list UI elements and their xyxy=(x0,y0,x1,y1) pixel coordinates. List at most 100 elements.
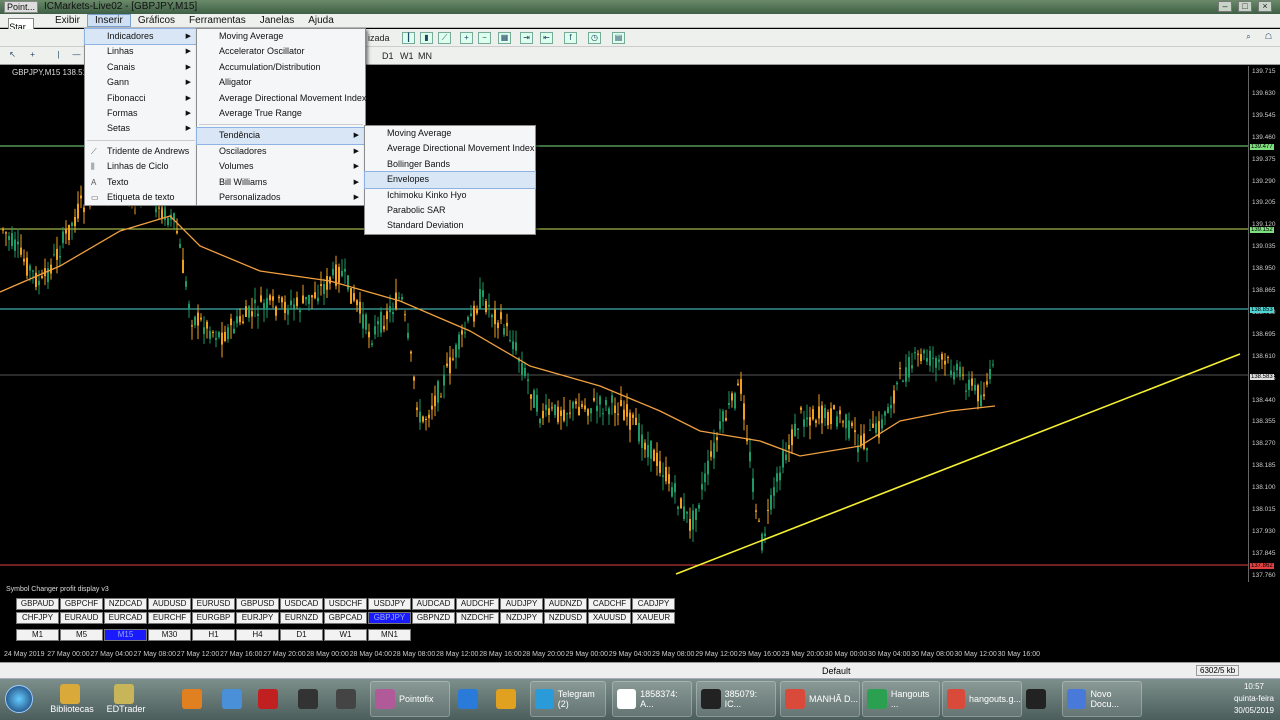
trend-item[interactable]: Standard Deviation xyxy=(365,218,535,233)
candle-chart-icon[interactable]: ▮ xyxy=(420,32,433,44)
symbol-button-m1[interactable]: M1 xyxy=(16,629,59,641)
periods-icon[interactable]: ◷ xyxy=(588,32,601,44)
symbol-button-audchf[interactable]: AUDCHF xyxy=(456,598,499,610)
indicator-item[interactable]: Average Directional Movement Index xyxy=(197,91,366,106)
symbol-button-xaueur[interactable]: XAUEUR xyxy=(632,612,675,624)
taskbar-item[interactable] xyxy=(458,681,482,717)
symbol-button-gbpjpy[interactable]: GBPJPY xyxy=(368,612,411,624)
autoscroll-icon[interactable]: ⇤ xyxy=(540,32,553,44)
symbol-button-gbpusd[interactable]: GBPUSD xyxy=(236,598,279,610)
taskbar-item[interactable]: Hangouts ... xyxy=(862,681,940,717)
menu-ajuda[interactable]: Ajuda xyxy=(301,14,341,27)
insert-menu-item[interactable]: Texto A xyxy=(85,175,197,190)
taskbar-item[interactable]: hangouts.g... xyxy=(942,681,1022,717)
symbol-button-eurjpy[interactable]: EURJPY xyxy=(236,612,279,624)
tf-w1[interactable]: W1 xyxy=(400,51,414,61)
indicator-item[interactable]: Accumulation/Distribution xyxy=(197,60,365,75)
search-icon[interactable]: ⌕ xyxy=(1242,32,1255,44)
zoom-out-icon[interactable]: − xyxy=(478,32,491,44)
symbol-button-m5[interactable]: M5 xyxy=(60,629,103,641)
taskbar-item[interactable]: EDTrader xyxy=(104,681,148,717)
taskbar-item[interactable]: 385079: IC... xyxy=(696,681,776,717)
insert-menu-item[interactable]: Setas ▶ xyxy=(85,121,197,136)
insert-menu-item[interactable]: Linhas de Ciclo ⫼ xyxy=(85,159,197,174)
taskbar-item[interactable] xyxy=(336,681,360,717)
symbol-button-usdcad[interactable]: USDCAD xyxy=(280,598,323,610)
symbol-button-d1[interactable]: D1 xyxy=(280,629,323,641)
symbol-button-usdchf[interactable]: USDCHF xyxy=(324,598,367,610)
insert-menu-item[interactable]: Gann ▶ xyxy=(85,75,197,90)
symbol-button-nzdchf[interactable]: NZDCHF xyxy=(456,612,499,624)
taskbar-item[interactable] xyxy=(298,681,322,717)
indicator-group-item[interactable]: Personalizados ▶ xyxy=(197,190,365,205)
trend-item[interactable]: Moving Average xyxy=(365,126,535,141)
taskbar-item[interactable] xyxy=(258,681,282,717)
menu-inserir[interactable]: Inserir xyxy=(87,14,131,27)
price-axis[interactable]: 139.715 139.630 139.545 139.460 139.375 139.2… xyxy=(1248,66,1280,582)
taskbar-item[interactable]: MANHÃ D... xyxy=(780,681,860,717)
symbol-button-audusd[interactable]: AUDUSD xyxy=(148,598,191,610)
indicator-group-item[interactable]: Tendência ▶ xyxy=(196,127,366,145)
windows-start-button[interactable] xyxy=(4,681,34,717)
symbol-button-h1[interactable]: H1 xyxy=(192,629,235,641)
trend-item[interactable]: Bollinger Bands xyxy=(365,157,535,172)
taskbar-item[interactable] xyxy=(1026,681,1050,717)
trend-item[interactable]: Envelopes xyxy=(364,171,536,189)
symbol-button-nzdcad[interactable]: NZDCAD xyxy=(104,598,147,610)
insert-menu-item[interactable]: Tridente de Andrews ⟋ xyxy=(85,144,197,159)
minimize-icon[interactable]: – xyxy=(1218,1,1232,12)
symbol-button-nzdusd[interactable]: NZDUSD xyxy=(544,612,587,624)
zoom-in-icon[interactable]: + xyxy=(460,32,473,44)
tf-mn[interactable]: MN xyxy=(418,51,432,61)
symbol-button-eurcad[interactable]: EURCAD xyxy=(104,612,147,624)
menu-exibir[interactable]: Exibir xyxy=(48,14,87,27)
insert-menu-item[interactable]: Etiqueta de texto ▭ xyxy=(85,190,197,205)
trend-item[interactable]: Average Directional Movement Index xyxy=(365,141,535,156)
system-clock[interactable]: 10:57 quinta-feira 30/05/2019 xyxy=(1234,681,1274,717)
cursor-icon[interactable]: ↖ xyxy=(6,50,19,62)
taskbar-item[interactable] xyxy=(496,681,520,717)
symbol-button-eurchf[interactable]: EURCHF xyxy=(148,612,191,624)
taskbar-item[interactable]: Novo Docu... xyxy=(1062,681,1142,717)
indicator-group-item[interactable]: Bill Williams ▶ xyxy=(197,175,365,190)
symbol-button-audnzd[interactable]: AUDNZD xyxy=(544,598,587,610)
taskbar-item[interactable]: Telegram (2) xyxy=(530,681,606,717)
symbol-button-xauusd[interactable]: XAUUSD xyxy=(588,612,631,624)
autotrade-label[interactable]: izada xyxy=(368,33,390,43)
menu-ferramentas[interactable]: Ferramentas xyxy=(182,14,253,27)
indicator-item[interactable]: Accelerator Oscillator xyxy=(197,44,365,59)
symbol-button-h4[interactable]: H4 xyxy=(236,629,279,641)
indicator-item[interactable]: Average True Range xyxy=(197,106,365,121)
insert-menu-item[interactable]: Fibonacci ▶ xyxy=(85,91,197,106)
symbol-button-eurusd[interactable]: EURUSD xyxy=(192,598,235,610)
insert-menu-item[interactable]: Canais ▶ xyxy=(85,60,197,75)
trend-item[interactable]: Parabolic SAR xyxy=(365,203,535,218)
symbol-button-audcad[interactable]: AUDCAD xyxy=(412,598,455,610)
symbol-button-gbpaud[interactable]: GBPAUD xyxy=(16,598,59,610)
symbol-button-cadchf[interactable]: CADCHF xyxy=(588,598,631,610)
symbol-button-euraud[interactable]: EURAUD xyxy=(60,612,103,624)
indicators-icon[interactable]: f xyxy=(564,32,577,44)
taskbar-item[interactable]: Pointofix xyxy=(370,681,450,717)
symbol-button-usdjpy[interactable]: USDJPY xyxy=(368,598,411,610)
symbol-button-eurnzd[interactable]: EURNZD xyxy=(280,612,323,624)
indicator-item[interactable]: Moving Average xyxy=(197,29,365,44)
symbol-button-gbpnzd[interactable]: GBPNZD xyxy=(412,612,455,624)
maximize-icon[interactable]: □ xyxy=(1238,1,1252,12)
symbol-button-eurgbp[interactable]: EURGBP xyxy=(192,612,235,624)
symbol-button-gbpcad[interactable]: GBPCAD xyxy=(324,612,367,624)
insert-menu-item[interactable]: Indicadores ▶ xyxy=(84,27,198,46)
trend-item[interactable]: Ichimoku Kinko Hyo xyxy=(365,188,535,203)
taskbar-item[interactable] xyxy=(222,681,246,717)
bar-chart-icon[interactable]: ┃ xyxy=(402,32,415,44)
tile-windows-icon[interactable]: ▦ xyxy=(498,32,511,44)
close-icon[interactable]: × xyxy=(1258,1,1272,12)
insert-menu-item[interactable]: Linhas ▶ xyxy=(85,44,197,59)
symbol-button-nzdjpy[interactable]: NZDJPY xyxy=(500,612,543,624)
symbol-button-m30[interactable]: M30 xyxy=(148,629,191,641)
indicator-group-item[interactable]: Osciladores ▶ xyxy=(197,144,365,159)
symbol-button-chfjpy[interactable]: CHFJPY xyxy=(16,612,59,624)
horizontal-line-icon[interactable]: — xyxy=(70,50,83,62)
symbol-button-m15[interactable]: M15 xyxy=(104,629,147,641)
menu-janelas[interactable]: Janelas xyxy=(253,14,301,27)
